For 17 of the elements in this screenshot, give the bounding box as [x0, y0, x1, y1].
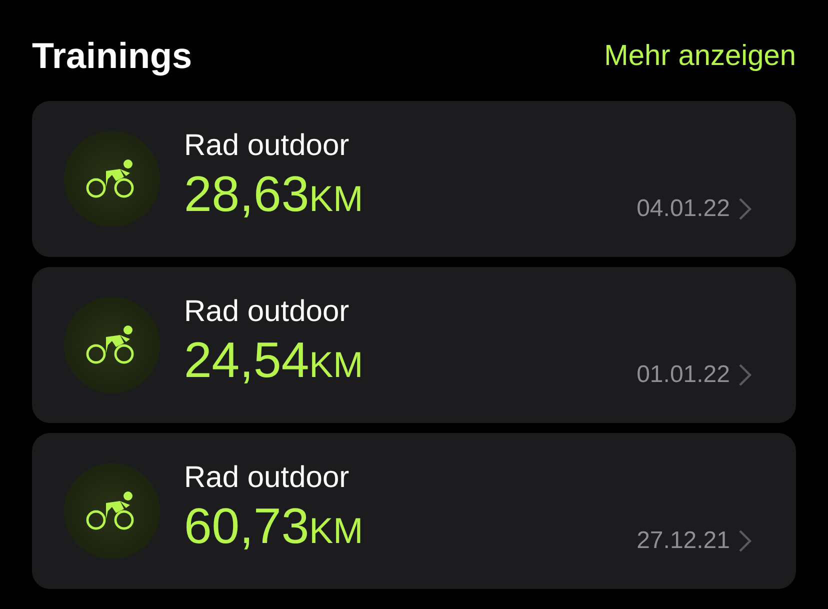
- distance-value: 28,63KM: [184, 169, 364, 219]
- workout-card[interactable]: Rad outdoor 24,54KM 01.01.22: [32, 267, 796, 423]
- chevron-icon: [738, 197, 752, 221]
- workout-card[interactable]: Rad outdoor 28,63KM 04.01.22: [32, 101, 796, 257]
- workout-name: Rad outdoor: [184, 297, 350, 327]
- chevron-icon: [738, 529, 752, 553]
- workout-date: 04.01.22: [636, 197, 730, 221]
- show-more-link[interactable]: Mehr anzeigen: [604, 42, 796, 70]
- chevron-icon: [738, 363, 752, 387]
- distance-value: 60,73KM: [184, 501, 364, 551]
- workout-name: Rad outdoor: [184, 463, 350, 493]
- workout-date: 01.01.22: [636, 363, 730, 387]
- workout-date: 27.12.21: [636, 529, 730, 553]
- distance-value: 24,54KM: [184, 335, 364, 385]
- workout-name: Rad outdoor: [184, 131, 350, 161]
- section-title: Trainings: [32, 38, 192, 74]
- workout-card[interactable]: Rad outdoor 60,73KM 27.12.21: [32, 433, 796, 589]
